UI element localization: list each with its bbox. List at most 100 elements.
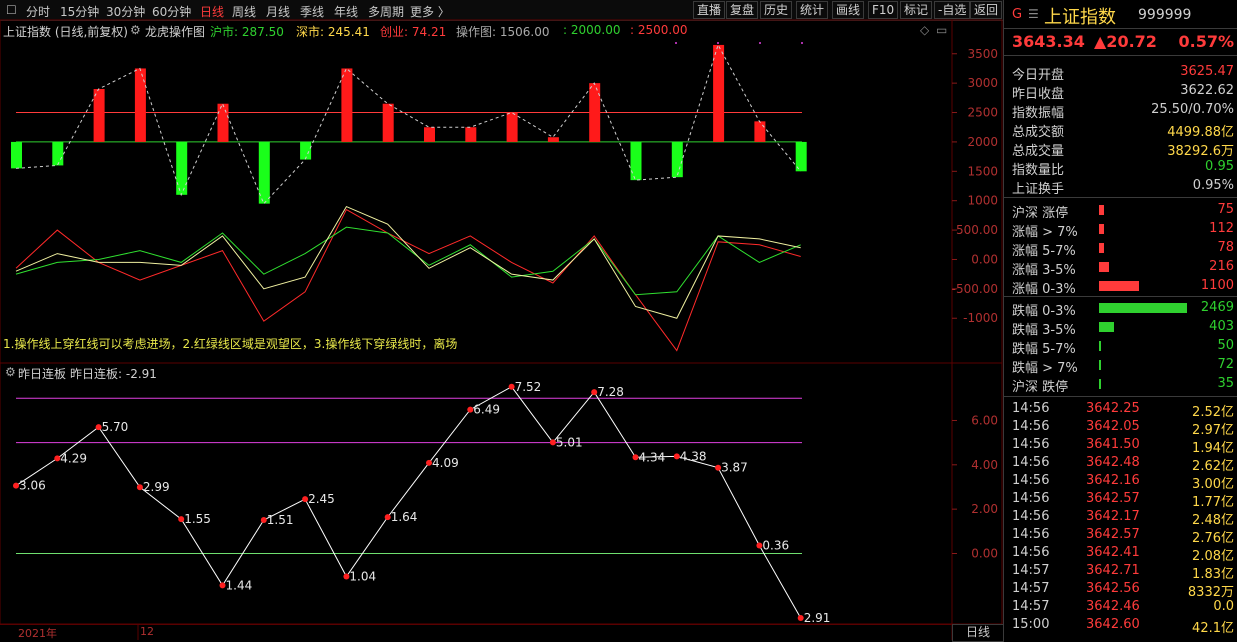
op-bar [671,141,683,178]
breadth-value: 35 [1217,376,1234,391]
stat-row: 指数振幅 25.50/0.70% [1004,100,1237,121]
op-bar [424,127,435,142]
tick-time: 14:56 [1012,527,1050,542]
breadth-value: 72 [1217,357,1234,372]
op-bar [300,141,312,160]
panel2-value: 昨日连板: -2.91 [70,367,157,381]
breadth-bar [1099,360,1101,370]
marker-dot [801,42,803,44]
panel2-title[interactable]: 昨日连板 [18,365,66,382]
op-bar [713,44,725,142]
tick-row: 14:56 3642.05 2.97亿 [1004,418,1237,438]
quote-panel: G ☰ 上证指数 999999 3643.34 ▲20.72 0.57% 今日开… [1003,0,1237,640]
breadth-bar [1099,205,1104,215]
p2-tick-label: 4.00 [971,458,998,472]
lianban-label: 5.01 [556,435,583,449]
stat-row: 指数量比 0.95 [1004,157,1237,178]
line-red [15,208,801,352]
tick-time: 14:56 [1012,401,1050,416]
tick-row: 14:56 3641.50 1.94亿 [1004,436,1237,456]
breadth-value: 112 [1209,221,1234,236]
tick-price: 3642.41 [1086,545,1140,560]
stat-label: 上证换手 [1012,182,1065,197]
window-icon[interactable]: ▭ [936,23,947,37]
tick-price: 3642.57 [1086,491,1140,506]
p2-tick-label: 6.00 [971,413,998,427]
lianban-line [15,386,802,619]
panel1-title: 上证指数 (日线,前复权) [3,25,128,39]
stat-row: 今日开盘 3625.47 [1004,62,1237,83]
line-green [15,226,801,296]
tick-time: 14:56 [1012,437,1050,452]
breadth-label: 涨幅 0-3% [1012,282,1076,297]
p1-tick-label: 1500 [967,164,998,178]
marker-dot [675,42,677,44]
tick-price: 3642.56 [1086,581,1140,596]
tick-price: 3641.50 [1086,437,1140,452]
p2-tick-label: 0.00 [971,546,998,560]
diamond-icon[interactable]: ◇ [920,23,929,37]
group-icon[interactable]: G [1012,7,1022,22]
breadth-row: 沪深 涨停 75 [1004,200,1237,221]
breadth-row: 跌幅 3-5% 403 [1004,317,1237,338]
panel1-header: 上证指数 (日线,前复权) ⚙ 龙虎操作图 沪市: 287.50 深市: 245… [0,22,1003,40]
panel2-header: ⚙ 昨日连板 昨日连板: -2.91 [0,365,1003,381]
tick-row: 14:56 3642.41 2.08亿 [1004,544,1237,564]
op-bar [465,127,477,142]
lianban-label: 4.38 [680,449,707,463]
breadth-row: 涨幅 5-7% 78 [1004,238,1237,259]
panel2-settings-icon[interactable]: ⚙ [5,365,16,379]
tick-price: 3642.25 [1086,401,1140,416]
menu-icon[interactable]: ☰ [1028,7,1039,21]
lianban-label: 0.36 [762,539,789,553]
breadth-row: 涨幅 0-3% 1100 [1004,276,1237,297]
breadth-bar [1099,281,1139,291]
tick-time: 14:57 [1012,599,1050,614]
index-name: 上证指数 [1044,7,1116,28]
breadth-value: 78 [1217,240,1234,255]
op-bar [11,141,22,169]
tick-row: 15:00 3642.60 42.1亿 [1004,616,1237,636]
breadth-row: 跌幅 5-7% 50 [1004,336,1237,357]
tick-price: 3642.16 [1086,473,1140,488]
p1-tick-label: 1000 [967,194,998,208]
tick-row: 14:56 3642.57 1.77亿 [1004,490,1237,510]
lianban-label: 1.44 [226,578,253,592]
lianban-label: 7.28 [597,385,624,399]
p1-tick-label: 2500 [967,106,998,120]
op-label: 操作图: 1506.00 [456,25,550,39]
stat-value: 3625.47 [1180,64,1234,79]
tick-price: 3642.05 [1086,419,1140,434]
breadth-row: 涨幅 3-5% 216 [1004,257,1237,278]
stat-value: 0.95% [1192,178,1234,193]
tick-row: 14:56 3642.57 2.76亿 [1004,526,1237,546]
tick-time: 14:56 [1012,545,1050,560]
line-yellow [15,205,801,319]
tick-row: 14:56 3642.17 2.48亿 [1004,508,1237,528]
tick-time: 14:57 [1012,563,1050,578]
lianban-label: 1.64 [391,510,418,524]
op-bar [176,141,188,195]
sh-label: 沪市: 287.50 [210,25,284,39]
breadth-value: 216 [1209,259,1234,274]
line1-label: : 2000.00 [563,23,621,37]
op-bar [382,103,394,142]
tick-amount: 0.0 [1213,599,1234,614]
breadth-bar [1099,303,1187,313]
breadth-row: 跌幅 0-3% 2469 [1004,298,1237,319]
tick-time: 14:56 [1012,455,1050,470]
p1-tick-label: 0.00 [971,252,998,266]
op-dashed-line [15,43,802,205]
tick-time: 14:57 [1012,581,1050,596]
chart-area: 3500 3000 2500 2000 1500 1000 500.00 0.00 -500.0… [0,19,1003,640]
p1-tick-label: 500.00 [956,223,998,237]
op-bar [506,112,518,142]
stat-value: 3622.62 [1180,83,1234,98]
tick-time: 14:56 [1012,473,1050,488]
indicator-name[interactable]: 龙虎操作图 [145,23,205,40]
p2-tick-label: 2.00 [971,502,998,516]
period-label[interactable]: 日线 [952,624,1004,642]
lianban-label: 2.91 [804,611,831,625]
price-change: ▲20.72 [1094,32,1157,51]
indicator-settings-icon[interactable]: ⚙ [130,23,141,37]
